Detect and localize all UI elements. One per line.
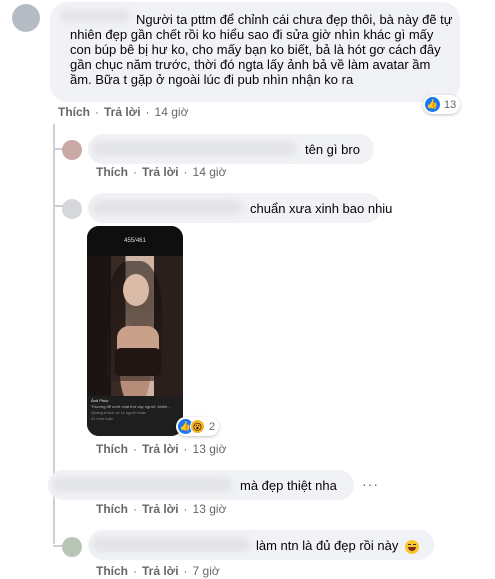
comment-text-5: làm ntn là đủ đẹp rồi này [256, 538, 419, 554]
reply-button-2[interactable]: Trả lời [142, 165, 179, 179]
photo-header: 455/461 [87, 226, 183, 256]
like-button-5[interactable]: Thích [96, 564, 128, 578]
redacted-name-2 [92, 141, 297, 156]
avatar[interactable] [12, 4, 40, 32]
timestamp-4: 13 giờ [192, 502, 227, 516]
comment-text-2: tên gì bro [305, 142, 360, 157]
avatar[interactable] [62, 537, 82, 557]
reply-button-5[interactable]: Trả lời [142, 564, 179, 578]
timestamp-1: 14 giờ [154, 105, 189, 119]
timestamp-3: 13 giờ [192, 442, 227, 456]
like-button-3[interactable]: Thích [96, 442, 128, 456]
redacted-name-5 [92, 537, 250, 552]
photo-caption: Ảnh Phúc Thương để cười nhạt thứ vậy ngư… [87, 396, 183, 436]
timestamp-5: 7 giờ [192, 564, 220, 578]
reaction-count-1: 13 [444, 98, 457, 111]
comment-actions-3: Thích · Trả lời · 13 giờ [96, 442, 227, 456]
comment-actions-1: Thích · Trả lời · 14 giờ [58, 105, 189, 119]
avatar[interactable] [62, 140, 82, 160]
comment-actions-4: Thích · Trả lời · 13 giờ [96, 502, 227, 516]
reaction-count-3: 2 [209, 420, 216, 433]
like-button-4[interactable]: Thích [96, 502, 128, 516]
comment-text-4: mà đẹp thiệt nha [240, 478, 337, 493]
laughing-emoji-icon [405, 539, 419, 554]
comment-actions-2: Thích · Trả lời · 14 giờ [96, 165, 227, 179]
avatar[interactable] [62, 199, 82, 219]
timestamp-2: 14 giờ [192, 165, 227, 179]
reply-button-4[interactable]: Trả lời [142, 502, 179, 516]
photo-image [87, 256, 183, 396]
comment-photo[interactable]: 455/461 Ảnh Phúc Thương để cười nhạt thứ… [87, 226, 183, 436]
redacted-name-4 [52, 477, 232, 492]
like-button-1[interactable]: Thích [58, 105, 90, 119]
comment-actions-5: Thích · Trả lời · 7 giờ [96, 564, 220, 578]
reply-button-3[interactable]: Trả lời [142, 442, 179, 456]
reply-button-1[interactable]: Trả lời [104, 105, 141, 119]
reaction-summary-3[interactable]: 👍 😮 2 [176, 417, 220, 436]
comment-text-3: chuẩn xưa xinh bao nhiu [250, 201, 393, 216]
like-button-2[interactable]: Thích [96, 165, 128, 179]
redacted-name-3 [92, 200, 242, 215]
comment-text-1: Người ta pttm để chỉnh cái chưa đẹp thôi… [70, 12, 453, 87]
wow-icon: 😮 [190, 419, 205, 434]
more-options-icon[interactable]: ··· [362, 476, 379, 492]
reaction-summary-1[interactable]: 👍 13 [423, 95, 461, 114]
like-icon: 👍 [425, 97, 440, 112]
